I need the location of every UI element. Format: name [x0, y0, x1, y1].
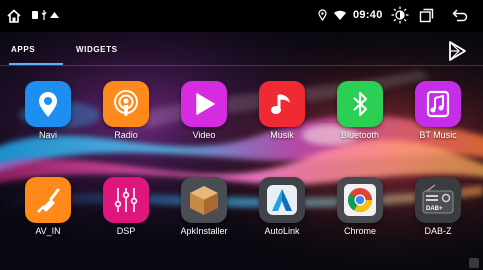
apk-box-icon [181, 177, 227, 223]
tab-apps[interactable]: APPS [11, 45, 35, 54]
radio-podcast-icon [103, 81, 149, 127]
app-label: Musik [270, 130, 294, 140]
app-label: Bluetooth [340, 130, 380, 140]
brightness-icon[interactable] [391, 6, 409, 24]
dab-radio-icon: DAB+ [415, 177, 461, 223]
app-dab-z[interactable]: DAB+ DAB-Z [408, 177, 468, 249]
tab-widgets[interactable]: WIDGETS [76, 45, 118, 54]
clock: 09:40 [353, 9, 383, 21]
app-apkinstaller[interactable]: ApkInstaller [174, 177, 234, 249]
play-store-icon[interactable] [446, 40, 468, 62]
app-label: ApkInstaller [180, 226, 228, 236]
app-musik[interactable]: Musik [252, 81, 312, 153]
tab-divider [0, 65, 483, 66]
app-video[interactable]: Video [174, 81, 234, 153]
app-label: Navi [38, 130, 57, 140]
app-label: BT Music [419, 130, 457, 140]
autolink-icon [259, 177, 305, 223]
notification-icon [32, 11, 38, 19]
location-icon [318, 9, 327, 21]
app-dsp[interactable]: DSP [96, 177, 156, 249]
dsp-equalizer-icon [103, 177, 149, 223]
status-bar: 09:40 [0, 0, 483, 32]
music-note-icon [259, 81, 305, 127]
bluetooth-icon [337, 81, 383, 127]
wifi-icon [334, 10, 346, 20]
back-icon[interactable] [452, 8, 468, 23]
app-label: AV_IN [35, 226, 61, 236]
app-label: AutoLink [264, 226, 300, 236]
app-label: DSP [116, 226, 136, 236]
av-in-cable-icon [25, 177, 71, 223]
home-icon[interactable] [6, 8, 22, 24]
dab-icon-text: DAB+ [426, 206, 443, 212]
app-label: Video [192, 130, 216, 140]
app-chrome[interactable]: Chrome [330, 177, 390, 249]
app-av-in[interactable]: AV_IN [18, 177, 78, 249]
app-label: Radio [114, 130, 138, 140]
app-bt-music[interactable]: BT Music [408, 81, 468, 153]
app-label: DAB-Z [424, 226, 452, 236]
app-label: Chrome [343, 226, 376, 236]
app-radio[interactable]: Radio [96, 81, 156, 153]
app-autolink[interactable]: AutoLink [252, 177, 312, 249]
app-navi[interactable]: Navi [18, 81, 78, 153]
app-bluetooth[interactable]: Bluetooth [330, 81, 390, 153]
usb-icon [41, 10, 47, 20]
bt-music-icon [415, 81, 461, 127]
corner-indicator [469, 258, 479, 268]
chrome-icon [337, 177, 383, 223]
recent-apps-icon[interactable] [419, 8, 434, 23]
cloud-icon [50, 12, 59, 18]
tab-bar: APPS WIDGETS [0, 32, 483, 66]
video-play-icon [181, 81, 227, 127]
navi-pin-icon [25, 81, 71, 127]
